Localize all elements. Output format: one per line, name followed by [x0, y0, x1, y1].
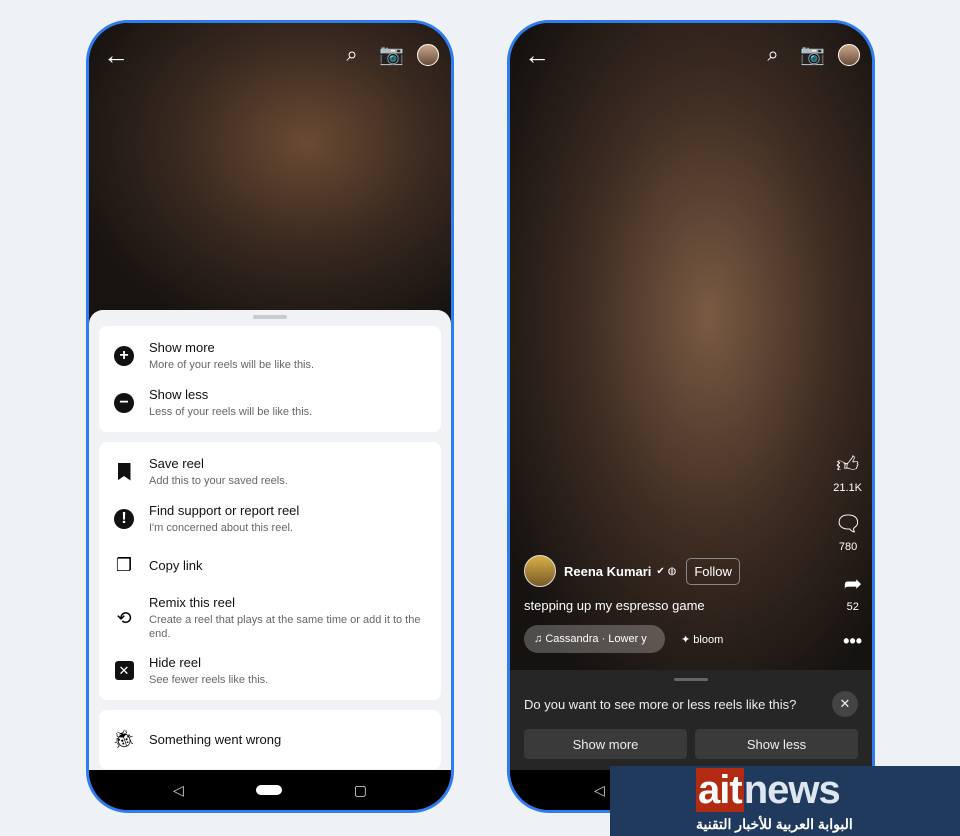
comment-count: 780: [838, 541, 858, 553]
back-arrow-icon[interactable]: ←: [524, 40, 550, 71]
menu-item-title: Remix this reel: [149, 595, 235, 610]
menu-item-subtitle: See fewer reels like this.: [149, 673, 269, 686]
camera-icon[interactable]: 📷: [800, 44, 825, 66]
menu-item-copy-link[interactable]: ❐ Copy link: [99, 542, 441, 589]
menu-item-title: Save reel: [149, 455, 204, 471]
like-button[interactable]: 👍︎ 21.1K: [833, 451, 862, 494]
bookmark-icon: [113, 461, 135, 483]
search-icon[interactable]: ⌕: [762, 44, 784, 66]
menu-group: Save reel Add this to your saved reels.! F…: [99, 442, 441, 700]
copy-icon: ❐: [115, 555, 133, 575]
show-less-button[interactable]: Show less: [695, 729, 858, 759]
watermark-logo: aitnews البوابة العربية للأخبار التقنية: [610, 766, 960, 836]
menu-item-show-less[interactable]: − Show less Less of your reels will be lik…: [99, 379, 441, 426]
like-count: 21.1K: [833, 482, 862, 494]
menu-item-title: Hide reel: [149, 654, 202, 670]
nav-home-icon[interactable]: [255, 785, 282, 795]
share-icon: ➦: [843, 571, 862, 596]
show-more-button[interactable]: Show more: [524, 729, 687, 759]
menu-item-subtitle: Create a reel that plays at the same tim…: [149, 614, 421, 640]
menu-item-subtitle: More of your reels will be like this.: [149, 358, 315, 371]
author-avatar[interactable]: [524, 555, 556, 587]
close-box-icon: ✕: [113, 660, 135, 682]
share-count: 52: [846, 601, 859, 613]
menu-group: + Show more More of your reels will be lik…: [99, 326, 441, 432]
remix-icon: ⟲: [116, 607, 132, 628]
menu-item-title: Copy link: [149, 558, 203, 573]
comment-icon: 🗨︎: [834, 511, 862, 536]
music-chip[interactable]: ♫ Cassandra · Lower y: [524, 625, 665, 653]
nav-back-icon[interactable]: ◁: [173, 782, 184, 799]
menu-item-title: Show less: [149, 386, 209, 402]
avatar[interactable]: [417, 44, 439, 66]
feedback-sheet: Do you want to see more or less reels li…: [510, 670, 872, 770]
nav-back-icon[interactable]: ◁: [594, 782, 605, 799]
more-icon[interactable]: •••: [843, 631, 862, 652]
music-title: Cassandra · Lower y: [545, 633, 647, 645]
reel-caption: stepping up my espresso game: [524, 598, 705, 613]
share-button[interactable]: ➦ 52: [844, 571, 862, 613]
follow-button[interactable]: Follow: [686, 557, 740, 585]
menu-item-show-more[interactable]: + Show more More of your reels will be lik…: [99, 332, 441, 379]
sheet-handle[interactable]: [674, 678, 708, 681]
bug-icon: 🐞︎: [112, 729, 136, 749]
author-name[interactable]: Reena Kumari: [564, 564, 651, 579]
feedback-prompt: Do you want to see more or less reels li…: [524, 696, 797, 712]
menu-item-subtitle: Less of your reels will be like this.: [149, 405, 313, 418]
nav-recents-icon[interactable]: ▢: [354, 782, 367, 799]
menu-item-title: Something went wrong: [149, 732, 282, 747]
plus-circle-icon: +: [113, 345, 135, 367]
phone-left: ← ⌕ 📷 + Show more More of your reels will …: [86, 20, 454, 813]
like-icon: 👍︎: [836, 452, 860, 477]
search-icon[interactable]: ⌕: [341, 44, 363, 66]
options-sheet: + Show more More of your reels will be lik…: [89, 310, 451, 770]
menu-item-remix-this-reel[interactable]: ⟲ Remix this reel Create a reel that plays…: [99, 589, 441, 647]
avatar[interactable]: [838, 44, 860, 66]
phone-right: ← ⌕ 📷 👍︎ 21.1K 🗨︎ 780 ➦ 52 ••• Reena Kumari…: [507, 20, 875, 813]
effect-chip[interactable]: ✦ bloom: [681, 633, 723, 646]
sheet-handle[interactable]: [253, 315, 287, 319]
menu-item-title: Show more: [149, 339, 215, 355]
menu-item-hide-reel[interactable]: ✕ Hide reel See fewer reels like this.: [99, 647, 441, 694]
back-arrow-icon[interactable]: ←: [103, 40, 129, 71]
menu-group: 🐞︎ Something went wrong: [99, 710, 441, 769]
menu-item-save-reel[interactable]: Save reel Add this to your saved reels.: [99, 448, 441, 495]
effect-name: bloom: [693, 633, 724, 646]
menu-item-find-support-or-report-reel[interactable]: ! Find support or report reel I'm concerne…: [99, 495, 441, 542]
minus-circle-icon: −: [113, 392, 135, 414]
menu-item-title: Find support or report reel: [149, 502, 300, 518]
menu-item-something-went-wrong[interactable]: 🐞︎ Something went wrong: [99, 716, 441, 763]
alert-icon: !: [113, 508, 135, 530]
verified-icon: ✔ ◍: [656, 565, 677, 577]
close-icon[interactable]: ✕: [832, 691, 858, 717]
menu-item-subtitle: Add this to your saved reels.: [149, 474, 288, 487]
comment-button[interactable]: 🗨︎ 780: [834, 511, 862, 553]
camera-icon[interactable]: 📷: [379, 44, 404, 66]
menu-item-subtitle: I'm concerned about this reel.: [149, 521, 293, 534]
